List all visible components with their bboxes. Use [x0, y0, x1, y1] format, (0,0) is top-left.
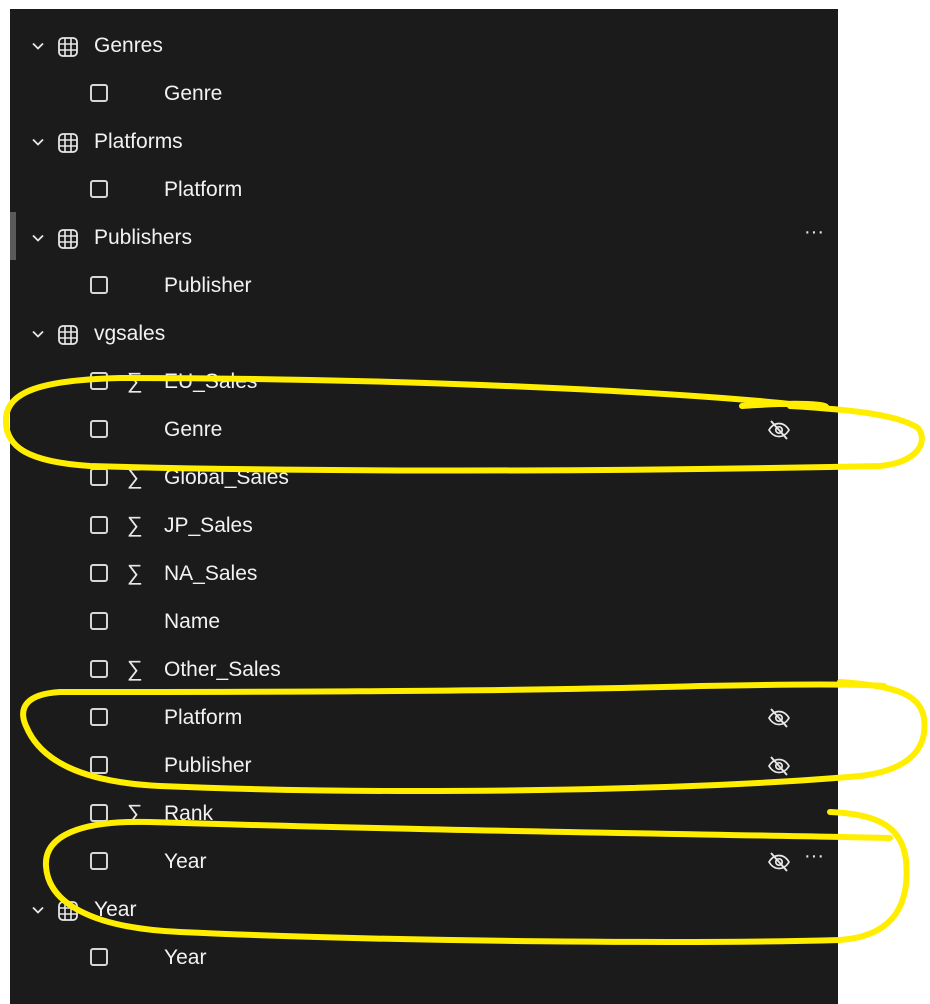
field-checkbox[interactable] — [90, 804, 108, 822]
table-icon — [58, 229, 78, 249]
field-label: Genre — [164, 82, 223, 105]
field-row[interactable]: ∑ NA_Sales — [10, 550, 838, 598]
field-checkbox[interactable] — [90, 948, 108, 966]
field-row[interactable]: ∑ Rank — [10, 790, 838, 838]
field-checkbox[interactable] — [90, 564, 108, 582]
chevron-down-icon[interactable] — [30, 134, 46, 150]
sigma-icon: ∑ — [127, 560, 143, 585]
field-checkbox[interactable] — [90, 84, 108, 102]
field-row[interactable]: Name — [10, 598, 838, 646]
field-row[interactable]: ∑ EU_Sales — [10, 358, 838, 406]
table-name: Genres — [94, 34, 163, 57]
field-row[interactable]: ∑ Other_Sales — [10, 646, 838, 694]
more-options-icon[interactable]: ··· — [804, 846, 824, 866]
field-row[interactable]: Year ··· — [10, 838, 838, 886]
chevron-down-icon[interactable] — [30, 326, 46, 342]
field-label: Year — [164, 850, 207, 873]
table-icon — [58, 37, 78, 57]
table-row-vgsales[interactable]: vgsales — [10, 310, 838, 358]
field-label: JP_Sales — [164, 514, 253, 537]
eye-off-icon[interactable] — [766, 705, 792, 731]
table-icon — [58, 901, 78, 921]
chevron-down-icon[interactable] — [30, 38, 46, 54]
sigma-icon: ∑ — [127, 800, 143, 825]
field-checkbox[interactable] — [90, 756, 108, 774]
field-label: Publisher — [164, 274, 252, 297]
field-row[interactable]: Genre — [10, 406, 838, 454]
field-checkbox[interactable] — [90, 468, 108, 486]
table-name: Year — [94, 898, 137, 921]
field-row[interactable]: Genre — [10, 70, 838, 118]
field-checkbox[interactable] — [90, 420, 108, 438]
field-label: Platform — [164, 706, 243, 729]
table-row-platforms[interactable]: Platforms — [10, 118, 838, 166]
table-icon — [58, 325, 78, 345]
chevron-down-icon[interactable] — [30, 902, 46, 918]
field-row[interactable]: Platform — [10, 166, 838, 214]
field-label: Publisher — [164, 754, 252, 777]
field-checkbox[interactable] — [90, 516, 108, 534]
table-row-publishers[interactable]: Publishers ··· — [10, 214, 838, 262]
eye-off-icon[interactable] — [766, 753, 792, 779]
chevron-down-icon[interactable] — [30, 230, 46, 246]
field-row[interactable]: ∑ Global_Sales — [10, 454, 838, 502]
table-name: Publishers — [94, 226, 193, 249]
field-checkbox[interactable] — [90, 852, 108, 870]
sigma-icon: ∑ — [127, 464, 143, 489]
eye-off-icon[interactable] — [766, 849, 792, 875]
field-checkbox[interactable] — [90, 276, 108, 294]
field-checkbox[interactable] — [90, 708, 108, 726]
field-checkbox[interactable] — [90, 612, 108, 630]
field-row[interactable]: ∑ JP_Sales — [10, 502, 838, 550]
field-label: Platform — [164, 178, 243, 201]
field-label: NA_Sales — [164, 562, 258, 585]
sigma-icon: ∑ — [127, 368, 143, 393]
table-icon — [58, 133, 78, 153]
field-label: Year — [164, 946, 207, 969]
field-label: Name — [164, 610, 221, 633]
eye-off-icon[interactable] — [766, 417, 792, 443]
table-row-year[interactable]: Year — [10, 886, 838, 934]
more-options-icon[interactable]: ··· — [804, 222, 824, 242]
sigma-icon: ∑ — [127, 512, 143, 537]
field-row[interactable]: Year — [10, 934, 838, 982]
field-label: Global_Sales — [164, 466, 289, 489]
field-label: EU_Sales — [164, 370, 258, 393]
field-checkbox[interactable] — [90, 660, 108, 678]
field-label: Rank — [164, 802, 214, 825]
field-label: Genre — [164, 418, 223, 441]
field-row[interactable]: Publisher — [10, 262, 838, 310]
field-label: Other_Sales — [164, 658, 281, 681]
sigma-icon: ∑ — [127, 656, 143, 681]
field-checkbox[interactable] — [90, 180, 108, 198]
field-row[interactable]: Platform — [10, 694, 838, 742]
table-row-genres[interactable]: Genres — [10, 22, 838, 70]
table-name: Platforms — [94, 130, 183, 153]
field-row[interactable]: Publisher — [10, 742, 838, 790]
table-name: vgsales — [94, 322, 166, 345]
field-checkbox[interactable] — [90, 372, 108, 390]
